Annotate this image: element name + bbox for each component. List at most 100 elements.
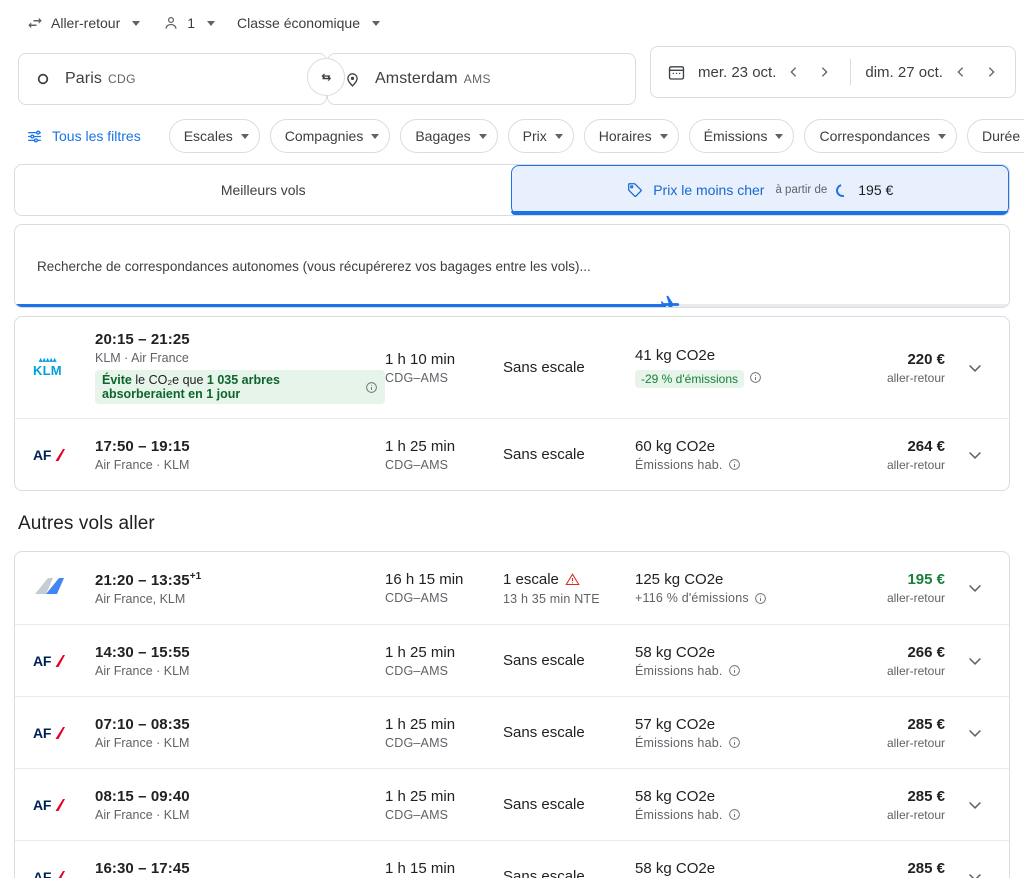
flight-times-column: 16:30 – 17:45 Air France · KLM: [95, 860, 385, 878]
flight-row[interactable]: AF 07:10 – 08:35 Air France · KLM 1 h 25…: [15, 696, 1009, 768]
all-filters-button[interactable]: Tous les filtres: [18, 122, 149, 151]
calendar-icon: [667, 63, 686, 82]
filter-chip-duree[interactable]: Durée: [966, 119, 1024, 153]
chevron-down-icon: [478, 133, 487, 139]
top-results-list: ▴▴▴▴▴ KLM 20:15 – 21:25 KLM · Air France…: [14, 316, 1010, 491]
trip-type-selector[interactable]: Aller-retour: [18, 8, 148, 38]
chevron-down-icon: [965, 795, 985, 815]
flight-price-type: aller-retour: [886, 663, 945, 678]
flight-price-type: aller-retour: [886, 735, 945, 750]
departure-next-day-button[interactable]: [810, 58, 838, 86]
filter-chip-horaires[interactable]: Horaires: [583, 119, 679, 153]
flight-duration-column: 1 h 25 min CDG–AMS: [385, 644, 503, 678]
expand-flight-button[interactable]: [953, 358, 997, 378]
cabin-class-label: Classe économique: [237, 15, 361, 31]
flight-route: CDG–AMS: [385, 735, 449, 750]
filter-chip-prix[interactable]: Prix: [507, 119, 574, 153]
flight-row[interactable]: AF 17:50 – 19:15 Air France · KLM 1 h 25…: [15, 418, 1009, 490]
expand-flight-button[interactable]: [953, 651, 997, 671]
flight-price-column: 195 € aller-retour: [835, 571, 953, 605]
flight-stops-column: Sans escale: [503, 724, 635, 741]
flight-route: CDG–AMS: [385, 370, 449, 385]
airline-logo: AF: [33, 725, 95, 741]
info-icon[interactable]: [728, 458, 741, 471]
flight-emissions-column: 58 kg CO2e Émissions hab.: [635, 644, 835, 678]
flight-row[interactable]: ▴▴▴▴▴ KLM 20:15 – 21:25 KLM · Air France…: [15, 317, 1009, 418]
air-france-logo: AF: [33, 653, 66, 669]
flight-duration: 1 h 25 min: [385, 787, 456, 805]
warning-triangle-icon: [565, 572, 580, 587]
flight-emissions: 58 kg CO2e: [635, 787, 716, 805]
filter-chip-bagages[interactable]: Bagages: [400, 119, 498, 153]
flight-times-column: 17:50 – 19:15 Air France · KLM: [95, 438, 385, 472]
flight-emissions: 41 kg CO2e: [635, 347, 716, 364]
chevron-down-icon: [965, 723, 985, 743]
flight-price-type: aller-retour: [886, 591, 945, 605]
flight-times: 14:30 – 15:55: [95, 643, 190, 661]
flight-stops: Sans escale: [503, 868, 585, 878]
af-wordmark: AF: [33, 868, 52, 878]
flight-emissions-column: 58 kg CO2e Émissions hab.: [635, 788, 835, 822]
emissions-note: Émissions hab.: [635, 807, 723, 822]
chip-label: Prix: [522, 128, 547, 144]
flight-times-column: 21:20 – 13:35+1 Air France, KLM: [95, 571, 385, 606]
flight-stops: Sans escale: [503, 652, 585, 669]
flight-row[interactable]: AF 16:30 – 17:45 Air France · KLM 1 h 15…: [15, 840, 1009, 878]
flight-price: 285 €: [907, 859, 945, 877]
expand-flight-button[interactable]: [953, 795, 997, 815]
generic-airline-logo: [33, 575, 67, 602]
info-icon[interactable]: [728, 808, 741, 821]
sort-tabs: Meilleurs vols Prix le moins cher à part…: [14, 164, 1010, 216]
chip-label: Émissions: [703, 128, 768, 144]
flight-layover-detail: 13 h 35 min NTE: [503, 591, 600, 606]
cabin-class-selector[interactable]: Classe économique: [229, 9, 388, 37]
flight-airlines: Air France · KLM: [95, 807, 190, 822]
departure-date[interactable]: mer. 23 oct.: [696, 64, 778, 81]
airline-logo: [33, 575, 95, 602]
return-prev-day-button[interactable]: [947, 58, 975, 86]
info-icon[interactable]: [728, 736, 741, 749]
flight-row[interactable]: AF 08:15 – 09:40 Air France · KLM 1 h 25…: [15, 768, 1009, 840]
flight-row[interactable]: 21:20 – 13:35+1 Air France, KLM 16 h 15 …: [15, 552, 1009, 624]
flight-stops-column: Sans escale: [503, 796, 635, 813]
flight-stops-column: Sans escale: [503, 868, 635, 878]
return-date[interactable]: dim. 27 oct.: [863, 64, 945, 81]
filter-chip-emissions[interactable]: Émissions: [688, 119, 795, 153]
date-range-selector[interactable]: mer. 23 oct. dim. 27 oct.: [650, 46, 1016, 98]
flight-row[interactable]: AF 14:30 – 15:55 Air France · KLM 1 h 25…: [15, 624, 1009, 696]
chevron-down-icon: [775, 133, 784, 139]
flight-airlines: Air France · KLM: [95, 735, 190, 750]
destination-code: AMS: [463, 72, 491, 86]
expand-flight-button[interactable]: [953, 723, 997, 743]
air-france-logo: AF: [33, 797, 66, 813]
return-next-day-button[interactable]: [977, 58, 1005, 86]
return-date-group[interactable]: dim. 27 oct.: [863, 58, 1005, 86]
expand-flight-button[interactable]: [953, 867, 997, 878]
chip-label: Bagages: [415, 128, 471, 144]
destination-input[interactable]: Amsterdam AMS: [327, 53, 636, 105]
af-red-slash-icon: [55, 654, 66, 667]
flight-emissions: 60 kg CO2e: [635, 437, 716, 455]
expand-flight-button[interactable]: [953, 445, 997, 465]
swap-origin-destination-button[interactable]: [307, 58, 345, 96]
passengers-selector[interactable]: 1: [154, 8, 223, 38]
flight-stops: Sans escale: [503, 359, 585, 376]
origin-input[interactable]: Paris CDG: [18, 53, 327, 105]
info-icon[interactable]: [754, 592, 767, 605]
departure-prev-day-button[interactable]: [780, 58, 808, 86]
info-icon[interactable]: [728, 664, 741, 677]
filter-chip-correspondances[interactable]: Correspondances: [804, 119, 957, 153]
info-icon[interactable]: [365, 381, 378, 394]
filter-chip-compagnies[interactable]: Compagnies: [269, 119, 391, 153]
flight-route: CDG–AMS: [385, 457, 449, 472]
tab-best-flights[interactable]: Meilleurs vols: [15, 165, 512, 215]
info-icon[interactable]: [749, 371, 762, 384]
emissions-detail: -29 % d'émissions: [635, 367, 835, 388]
flight-price-column: 266 € aller-retour: [835, 644, 953, 678]
cheapest-price-value: 195 €: [858, 182, 894, 198]
tab-cheapest-price[interactable]: Prix le moins cher à partir de 195 €: [510, 165, 1009, 215]
chevron-down-icon: [965, 358, 985, 378]
filter-chip-escales[interactable]: Escales: [168, 119, 260, 153]
expand-flight-button[interactable]: [953, 578, 997, 598]
departure-date-group[interactable]: mer. 23 oct.: [696, 58, 838, 86]
